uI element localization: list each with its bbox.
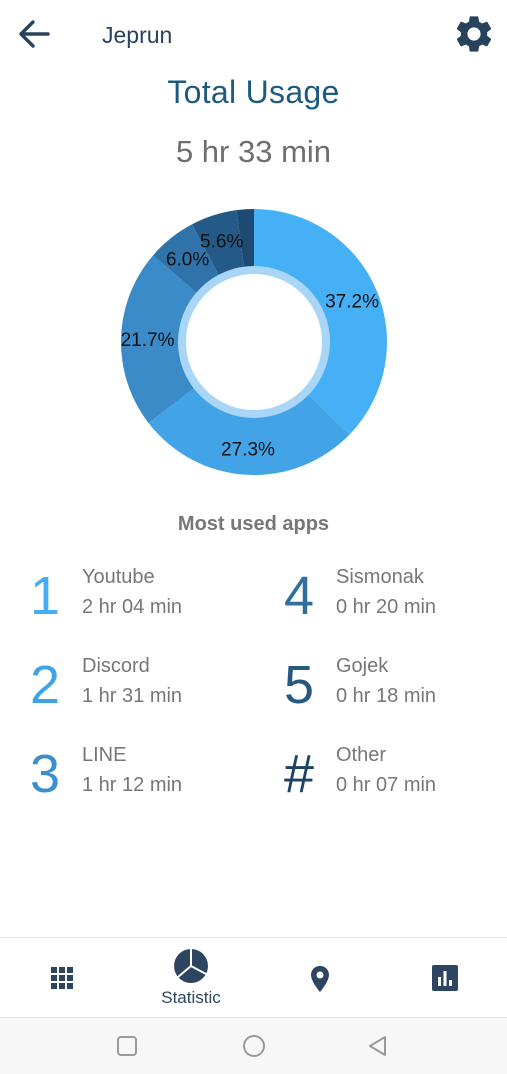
back-triangle-icon[interactable] bbox=[364, 1032, 392, 1060]
grid-icon bbox=[51, 967, 73, 989]
app-entry-discord[interactable]: 2 Discord 1 hr 31 min bbox=[30, 655, 260, 725]
rank-number: 1 bbox=[30, 566, 61, 626]
back-arrow-icon bbox=[19, 20, 50, 48]
app-name-label: Other bbox=[336, 744, 387, 766]
total-usage-value: 5 hr 33 min bbox=[175, 134, 332, 169]
app-time-label: 1 hr 31 min bbox=[82, 685, 183, 707]
gear-icon bbox=[456, 16, 492, 52]
app-time-label: 2 hr 04 min bbox=[82, 596, 183, 618]
app-time-label: 0 hr 20 min bbox=[336, 596, 437, 618]
home-circle-icon[interactable] bbox=[240, 1032, 268, 1060]
nav-label-statistic: Statistic bbox=[161, 988, 221, 1007]
back-button[interactable] bbox=[14, 14, 54, 54]
nav-item-statistic[interactable]: Statistic bbox=[141, 938, 241, 1018]
rank-number: # bbox=[284, 744, 315, 804]
donut-label-discord: 27.3% bbox=[221, 439, 275, 460]
donut-label-line: 21.7% bbox=[121, 330, 175, 351]
location-pin-icon bbox=[311, 966, 329, 992]
app-name-label: Youtube bbox=[82, 566, 155, 588]
app-entry-sismonak[interactable]: 4 Sismonak 0 hr 20 min bbox=[284, 566, 507, 636]
donut-label-gojek: 5.6% bbox=[200, 232, 243, 253]
rank-number: 2 bbox=[30, 655, 61, 715]
system-navigation-bar bbox=[0, 1017, 507, 1074]
app-entry-gojek[interactable]: 5 Gojek 0 hr 18 min bbox=[284, 655, 507, 725]
donut-hole bbox=[178, 266, 330, 418]
app-name-label: Gojek bbox=[336, 655, 389, 677]
usage-donut-chart: 37.2% 27.3% 21.7% 6.0%5.6% bbox=[121, 209, 387, 476]
settings-button[interactable] bbox=[452, 12, 496, 56]
pie-chart-icon bbox=[174, 949, 208, 983]
app-time-label: 0 hr 07 min bbox=[336, 774, 437, 796]
app-time-label: 1 hr 12 min bbox=[82, 774, 183, 796]
most-used-apps-title: Most used apps bbox=[177, 513, 330, 535]
app-name-label: Discord bbox=[82, 655, 150, 677]
app-entry-other[interactable]: # Other 0 hr 07 min bbox=[284, 744, 507, 814]
rank-number: 4 bbox=[284, 566, 315, 626]
bar-chart-icon bbox=[432, 965, 458, 991]
nav-item-location[interactable] bbox=[270, 938, 370, 1018]
recents-square-icon[interactable] bbox=[113, 1032, 141, 1060]
app-time-label: 0 hr 18 min bbox=[336, 685, 437, 707]
top-bar: Jeprun bbox=[0, 0, 507, 72]
nav-item-apps[interactable] bbox=[12, 938, 112, 1018]
donut-label-sismonak: 6.0% bbox=[166, 250, 209, 271]
rank-number: 5 bbox=[284, 655, 315, 715]
app-entry-youtube[interactable]: 1 Youtube 2 hr 04 min bbox=[30, 566, 260, 636]
app-name: Jeprun bbox=[102, 22, 173, 48]
rank-number: 3 bbox=[30, 744, 61, 804]
bottom-navigation: Statistic bbox=[0, 937, 507, 1018]
app-entry-line[interactable]: 3 LINE 1 hr 12 min bbox=[30, 744, 260, 814]
app-name-label: Sismonak bbox=[336, 566, 424, 588]
nav-item-reports[interactable] bbox=[395, 938, 495, 1018]
total-usage-title: Total Usage bbox=[167, 74, 340, 110]
app-name-label: LINE bbox=[82, 744, 127, 766]
donut-label-youtube: 37.2% bbox=[325, 291, 379, 312]
